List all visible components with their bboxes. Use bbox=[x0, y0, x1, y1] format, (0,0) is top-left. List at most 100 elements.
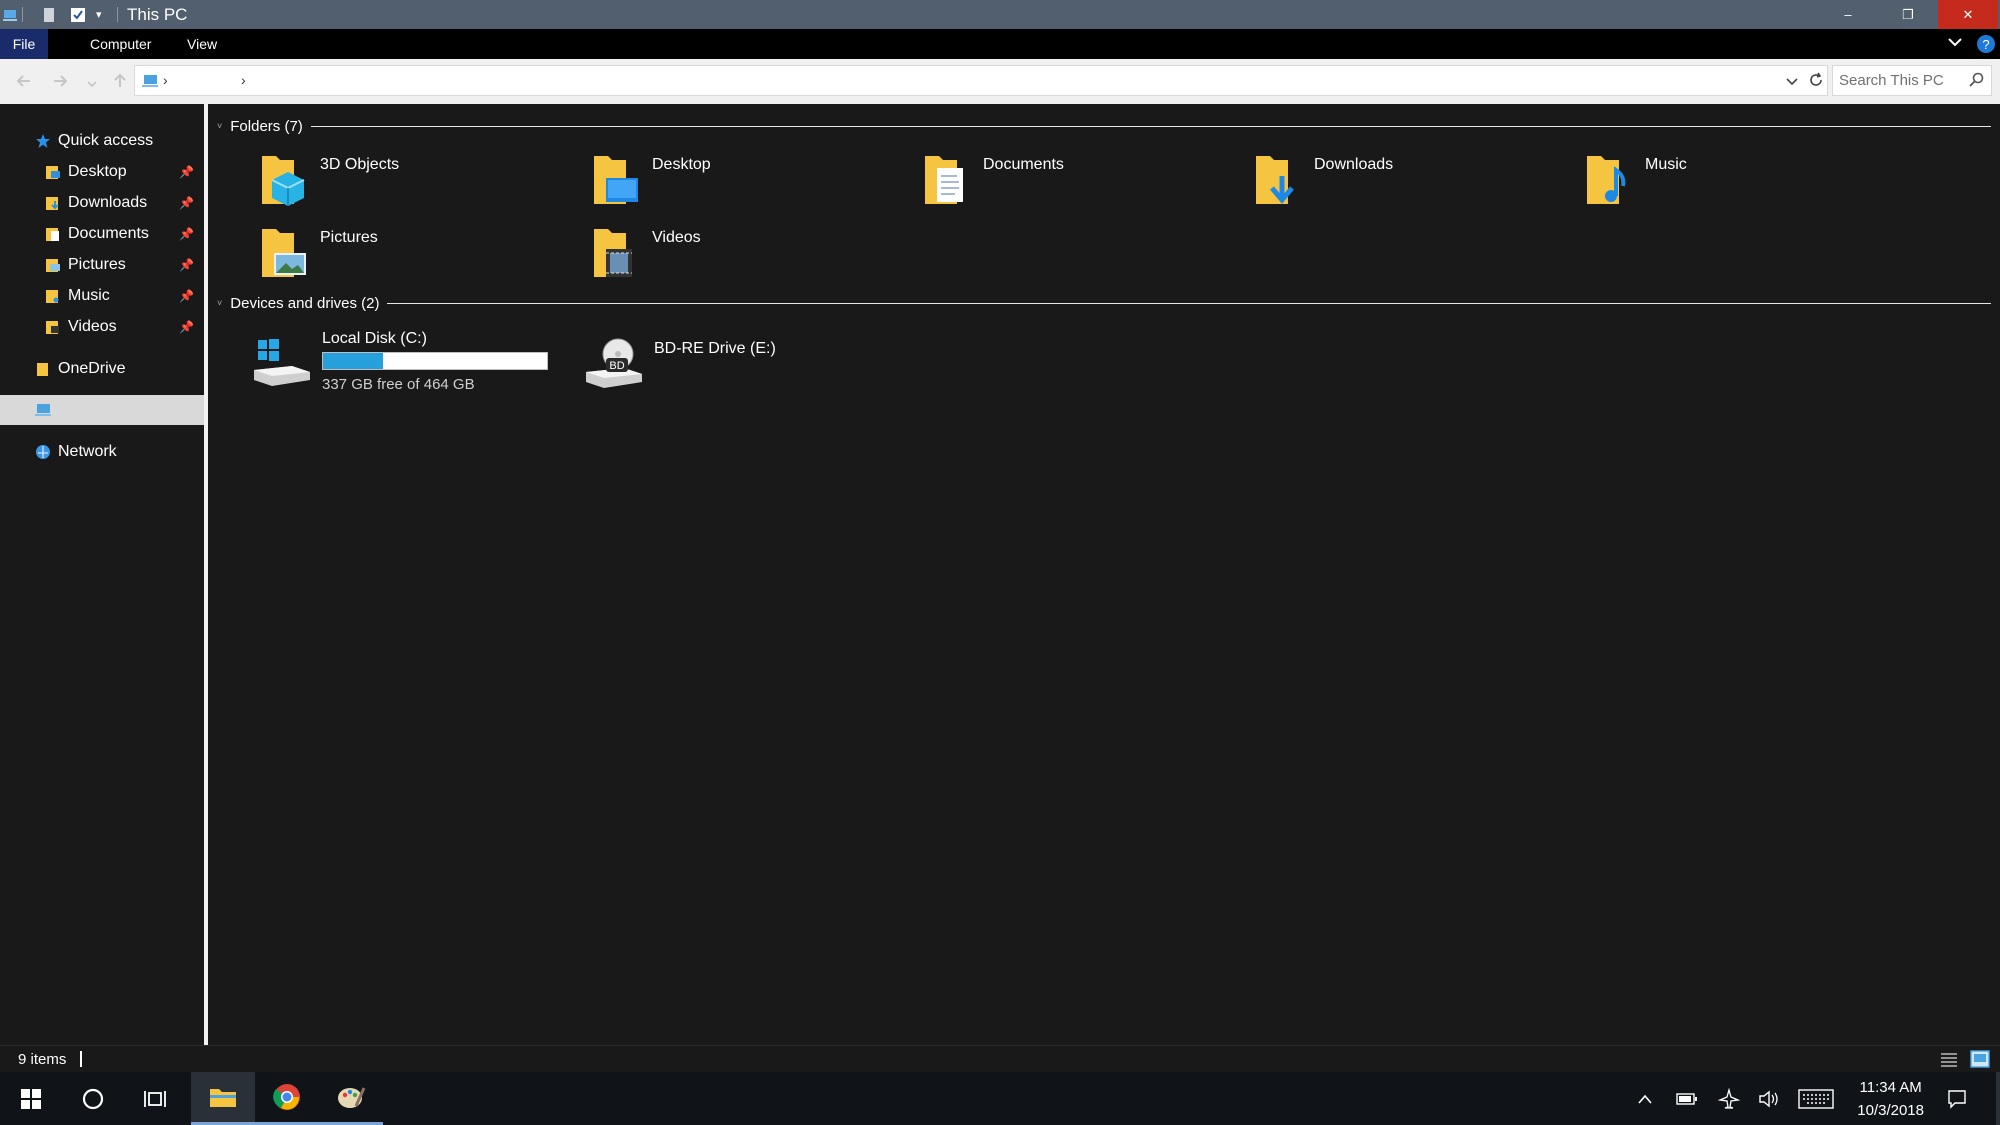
action-center-button[interactable] bbox=[1942, 1072, 1972, 1125]
up-button[interactable] bbox=[111, 72, 129, 95]
chrome-icon bbox=[273, 1084, 300, 1110]
paint-palette-icon bbox=[338, 1087, 366, 1108]
tab-computer[interactable]: Computer bbox=[78, 29, 163, 59]
search-input[interactable] bbox=[1833, 66, 1957, 94]
pin-icon[interactable]: 📌 bbox=[179, 289, 194, 303]
folder-videos[interactable]: Videos bbox=[590, 223, 910, 293]
minimize-button[interactable]: – bbox=[1818, 0, 1878, 29]
svg-text:BD: BD bbox=[609, 360, 624, 372]
nav-onedrive[interactable]: OneDrive bbox=[0, 354, 204, 384]
folder-desktop[interactable]: Desktop bbox=[590, 150, 910, 220]
nav-label: This PC bbox=[58, 401, 115, 418]
pin-icon[interactable]: 📌 bbox=[179, 196, 194, 210]
folder-downloads[interactable]: Downloads bbox=[1252, 150, 1572, 220]
pin-icon[interactable]: 📌 bbox=[179, 227, 194, 241]
drive-bd-re-e[interactable]: BD BD-RE Drive (E:) bbox=[584, 326, 904, 406]
show-desktop-button[interactable] bbox=[1996, 1072, 2000, 1125]
this-pc-app-icon[interactable] bbox=[2, 5, 18, 24]
nav-quick-access[interactable]: Quick access bbox=[0, 126, 204, 156]
nav-quick-desktop[interactable]: Desktop 📌 bbox=[0, 157, 204, 187]
drive-local-disk-c[interactable]: Local Disk (C:) 337 GB free of 464 GB bbox=[252, 326, 572, 406]
folder-label: Music bbox=[1645, 156, 1687, 173]
folder-label: Desktop bbox=[652, 156, 711, 173]
airplane-mode-icon[interactable] bbox=[1714, 1072, 1744, 1125]
details-view-icon[interactable] bbox=[1940, 1051, 1958, 1072]
clock-time: 11:34 AM bbox=[1859, 1079, 1922, 1096]
breadcrumb-separator-icon[interactable]: › bbox=[163, 72, 168, 88]
start-button[interactable] bbox=[0, 1072, 62, 1125]
taskbar: 11:34 AM 10/3/2018 bbox=[0, 1072, 2000, 1125]
chrome-taskbar-button[interactable] bbox=[255, 1072, 319, 1125]
checkmark-icon[interactable] bbox=[70, 5, 86, 24]
collapse-chevron-icon[interactable]: ˅ bbox=[217, 121, 222, 131]
nav-quick-downloads[interactable]: Downloads 📌 bbox=[0, 188, 204, 218]
search-box[interactable] bbox=[1832, 65, 1992, 96]
file-explorer-icon bbox=[210, 1089, 236, 1107]
pin-icon[interactable]: 📌 bbox=[179, 258, 194, 272]
ribbon-tabs: File Computer View ? bbox=[0, 29, 2000, 59]
windows-drive-icon bbox=[254, 339, 310, 386]
nav-quick-music[interactable]: Music 📌 bbox=[0, 281, 204, 311]
folder-label: Downloads bbox=[1314, 156, 1394, 173]
this-pc-icon bbox=[141, 72, 159, 95]
folder-label: Documents bbox=[983, 156, 1064, 173]
taskbar-clock[interactable]: 11:34 AM 10/3/2018 bbox=[1857, 1076, 1924, 1122]
customize-quick-access-icon[interactable]: ▾ bbox=[96, 5, 102, 24]
clock-date: 10/3/2018 bbox=[1857, 1102, 1924, 1119]
folders-group-header[interactable]: ˅ Folders (7) bbox=[217, 115, 303, 137]
forward-button[interactable] bbox=[51, 72, 69, 95]
3d-objects-folder-icon bbox=[262, 156, 305, 206]
folder-music[interactable]: Music bbox=[1583, 150, 1903, 220]
breadcrumb-chevron-icon[interactable]: › bbox=[241, 72, 246, 88]
window-title: This PC bbox=[127, 5, 188, 24]
star-icon bbox=[34, 132, 52, 150]
tab-view[interactable]: View bbox=[175, 29, 229, 59]
pin-icon[interactable]: 📌 bbox=[179, 320, 194, 334]
collapse-chevron-icon[interactable]: ˅ bbox=[217, 298, 222, 308]
task-view-button[interactable] bbox=[124, 1072, 186, 1125]
expand-ribbon-icon[interactable] bbox=[1946, 33, 1964, 56]
nav-this-pc[interactable]: This PC bbox=[0, 395, 204, 425]
help-icon[interactable]: ? bbox=[1976, 34, 1996, 59]
properties-icon[interactable] bbox=[42, 5, 56, 24]
address-bar[interactable]: › › bbox=[134, 65, 1828, 96]
folder-pictures[interactable]: Pictures bbox=[258, 223, 578, 293]
search-icon[interactable] bbox=[1969, 72, 1985, 93]
restore-button[interactable]: ❐ bbox=[1878, 0, 1938, 29]
nav-network[interactable]: Network bbox=[0, 437, 204, 467]
drive-usage-fill bbox=[323, 353, 384, 369]
close-button[interactable]: ✕ bbox=[1938, 0, 1998, 29]
volume-icon[interactable] bbox=[1754, 1072, 1784, 1125]
paint-taskbar-button[interactable] bbox=[319, 1072, 383, 1125]
drive-free-space: 337 GB free of 464 GB bbox=[322, 376, 475, 393]
cortana-button[interactable] bbox=[62, 1072, 124, 1125]
refresh-icon[interactable] bbox=[1808, 72, 1824, 93]
nav-quick-pictures[interactable]: Pictures 📌 bbox=[0, 250, 204, 280]
title-bar: ▾ This PC – ❐ ✕ bbox=[0, 0, 2000, 29]
large-icons-view-icon[interactable] bbox=[1970, 1050, 1990, 1073]
devices-group-header[interactable]: ˅ Devices and drives (2) bbox=[217, 292, 380, 314]
address-dropdown-icon[interactable] bbox=[1785, 74, 1799, 93]
folder-documents[interactable]: Documents bbox=[921, 150, 1241, 220]
pin-icon[interactable]: 📌 bbox=[179, 165, 194, 179]
touch-keyboard-icon[interactable] bbox=[1796, 1072, 1836, 1125]
battery-icon[interactable] bbox=[1672, 1072, 1702, 1125]
tab-file[interactable]: File bbox=[0, 29, 48, 59]
show-hidden-icons-button[interactable] bbox=[1632, 1072, 1658, 1125]
nav-quick-videos[interactable]: Videos 📌 bbox=[0, 312, 204, 342]
back-button[interactable] bbox=[15, 72, 33, 95]
svg-text:?: ? bbox=[1982, 37, 1989, 52]
network-icon bbox=[34, 443, 52, 461]
folder-3d-objects[interactable]: 3D Objects bbox=[258, 150, 578, 220]
file-explorer-taskbar-button[interactable] bbox=[191, 1072, 255, 1125]
task-view-icon bbox=[144, 1090, 166, 1107]
recent-locations-icon[interactable] bbox=[86, 74, 98, 95]
downloads-folder-icon bbox=[1256, 156, 1294, 204]
qa-separator bbox=[22, 7, 23, 22]
status-bar: 9 items bbox=[0, 1045, 2000, 1073]
nav-quick-documents[interactable]: Documents 📌 bbox=[0, 219, 204, 249]
chevron-up-icon bbox=[1638, 1094, 1652, 1104]
folder-label: Pictures bbox=[320, 229, 378, 246]
group-divider bbox=[387, 303, 1991, 304]
group-divider bbox=[311, 126, 1991, 127]
